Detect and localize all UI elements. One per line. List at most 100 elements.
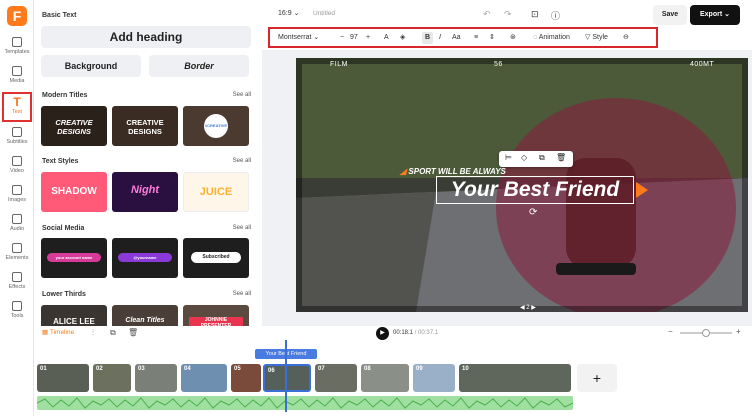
modern-titles-see-all[interactable]: See all [233,92,251,98]
video-icon [12,156,22,166]
images-icon [12,185,22,195]
font-size-increase[interactable]: + [366,32,370,44]
hud-right: 400MT [690,61,715,68]
delete-icon[interactable]: 🗑 [128,328,138,337]
playhead[interactable] [285,340,287,412]
spacing-icon[interactable]: ⇕ [489,32,495,44]
text-case-icon[interactable]: Aa [452,32,461,44]
text-styles-see-all[interactable]: See all [233,158,251,164]
video-clip[interactable]: 09 [413,364,455,392]
rail-subtitles[interactable]: Subtitles [2,124,32,150]
lower-thirds-title: Lower Thirds [42,291,86,298]
rail-effects[interactable]: Effects [2,269,32,295]
editor-app: F Templates Media T Text Subtitles Video … [0,0,752,416]
effects-icon[interactable]: ⊛ [510,32,516,44]
audio-waveform [36,397,574,409]
chevron-down-icon: ⌄ [724,11,730,18]
more-options-icon[interactable]: ⊖ [623,32,629,44]
zoom-slider[interactable] [680,329,732,337]
template-lower-2[interactable]: Clean Titles [112,305,178,326]
aspect-ratio-select[interactable]: 16:9 ⌄ [278,9,299,17]
italic-icon[interactable]: I [439,32,441,44]
timeline-toggle[interactable]: ▦ Timeline [42,328,74,336]
video-clip[interactable]: 01 [37,364,89,392]
template-lower-3[interactable]: JOHNNIE PRESENTER [183,305,249,326]
style-icon: ▽ [585,34,591,41]
zoom-in-icon[interactable]: + [736,327,741,336]
basic-text-title: Basic Text [42,12,77,19]
add-clip-button[interactable]: + [577,364,617,392]
rail-video[interactable]: Video [2,153,32,179]
font-size-input[interactable]: 97 [350,32,358,44]
save-button[interactable]: Save [653,5,687,25]
playback-time: 00:18.1 / 00:37.1 [393,330,439,336]
align-icon[interactable]: ≡ [474,32,478,44]
font-family-select[interactable]: Montserrat ⌄ [278,32,334,44]
rail-elements[interactable]: Elements [2,240,32,266]
video-clip[interactable]: 02 [93,364,131,392]
subtitle-text[interactable]: ◢ SPORT WILL BE ALWAYS [400,167,506,176]
video-clip[interactable]: 05 [231,364,261,392]
audio-track[interactable] [36,396,574,410]
duplicate-icon[interactable]: ⧉ [539,153,545,163]
video-clip-selected[interactable]: 06 [263,364,311,392]
text-color-icon[interactable]: A [384,32,389,44]
screenshot-icon[interactable]: ⊡ [531,9,539,20]
social-media-title: Social Media [42,225,85,232]
element-float-toolbar: ⊨ ◇ ⧉ 🗑 [499,151,573,167]
video-clip[interactable]: 07 [315,364,357,392]
template-social-2[interactable]: @yourname [112,238,178,278]
export-button[interactable]: Export ⌄ [690,5,740,25]
app-logo[interactable]: F [7,6,27,26]
layers-icon[interactable]: ◇ [521,153,527,162]
lower-thirds-see-all[interactable]: See all [233,291,251,297]
zoom-handle[interactable] [702,329,710,337]
video-clip[interactable]: 10 [459,364,571,392]
rail-tools[interactable]: Tools [2,298,32,324]
add-heading-button[interactable]: Add heading [41,26,251,48]
next-icon[interactable]: ▶ [530,305,536,311]
rail-audio[interactable]: Audio [2,211,32,237]
undo-icon[interactable]: ↶ [483,9,491,20]
template-shadow[interactable]: SHADOW [41,172,107,212]
chevron-down-icon: ⌄ [313,34,320,41]
highlight-icon[interactable]: ◈ [400,32,405,44]
delete-icon[interactable]: 🗑 [556,153,566,162]
template-creative-3[interactable]: #CREATIVE [183,106,249,146]
template-night[interactable]: Night [112,172,178,212]
copy-icon[interactable]: ⧉ [110,328,116,338]
rail-templates[interactable]: Templates [2,34,32,60]
video-clip[interactable]: 08 [361,364,409,392]
selected-title-text[interactable]: Your Best Friend [436,176,634,204]
social-media-see-all[interactable]: See all [233,225,251,231]
template-creative-2[interactable]: CREATIVE DESIGNS [112,106,178,146]
video-clip[interactable]: 03 [135,364,177,392]
split-icon[interactable]: ⫶ [92,328,94,338]
background-button[interactable]: Background [41,55,141,77]
animation-button[interactable]: ◌ Animation [533,32,570,44]
play-button[interactable]: ▶ [376,327,389,340]
style-button[interactable]: ▽ Style [585,32,608,44]
audio-icon [12,214,22,224]
template-social-3[interactable]: Subscribed [183,238,249,278]
zoom-out-icon[interactable]: − [668,327,673,336]
rail-images[interactable]: Images [2,182,32,208]
project-title[interactable]: Untitled [313,10,335,17]
font-size-decrease[interactable]: − [340,32,344,44]
text-styles-title: Text Styles [42,158,79,165]
templates-icon [12,37,22,47]
align-icon[interactable]: ⊨ [505,153,512,162]
help-icon[interactable]: ⓘ [551,9,560,22]
rotate-icon[interactable]: ⟳ [529,207,537,218]
template-social-1[interactable]: your account name [41,238,107,278]
template-juice[interactable]: JUICE [183,172,249,212]
template-lower-1[interactable]: ALICE LEE [41,305,107,326]
template-creative-1[interactable]: CREATIVE DESIGNS [41,106,107,146]
rail-text[interactable]: T Text [2,92,32,122]
bold-icon[interactable]: B [422,32,434,44]
rail-media[interactable]: Media [2,63,32,89]
redo-icon[interactable]: ↷ [504,9,512,20]
animation-icon: ◌ [533,34,538,41]
border-button[interactable]: Border [149,55,249,77]
video-clip[interactable]: 04 [181,364,227,392]
